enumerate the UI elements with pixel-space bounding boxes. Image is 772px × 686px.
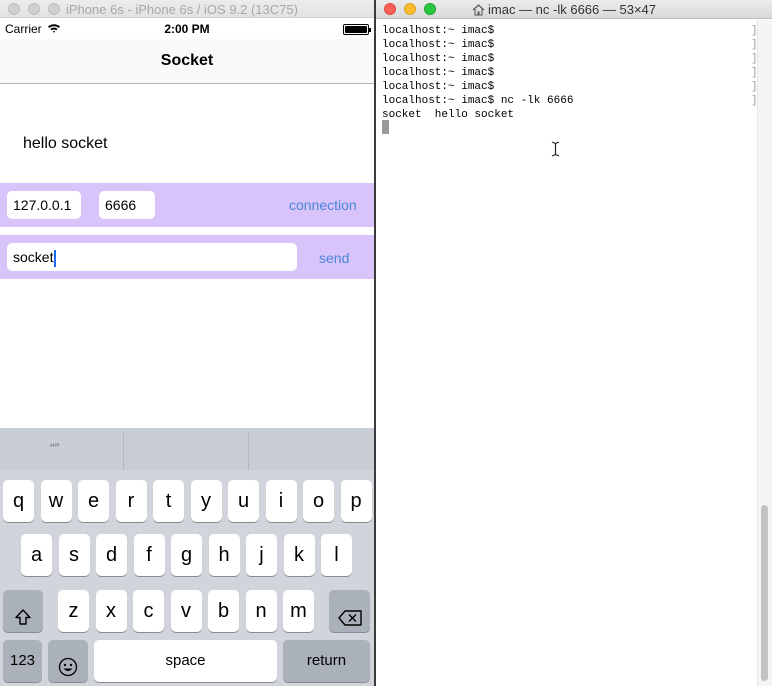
key-i[interactable]: i — [265, 480, 297, 522]
numbers-key[interactable]: 123 — [3, 640, 42, 682]
status-clock: 2:00 PM — [164, 22, 210, 36]
key-a[interactable]: a — [21, 534, 52, 576]
delete-key[interactable] — [329, 590, 370, 632]
key-y[interactable]: y — [190, 480, 222, 522]
minimize-window-button[interactable] — [28, 3, 40, 15]
key-n[interactable]: n — [245, 590, 277, 632]
terminal-cursor — [382, 120, 389, 134]
terminal-line: localhost:~ imac$ nc -lk 6666 — [382, 95, 574, 107]
ios-keyboard: “” qwertyuiop asdfghjkl zxcvbnm 123 space — [0, 428, 374, 686]
key-h[interactable]: h — [208, 534, 240, 576]
key-j[interactable]: j — [246, 534, 277, 576]
terminal-window-title: imac — nc -lk 6666 — 53×47 — [472, 2, 656, 17]
terminal-line: localhost:~ imac$ — [382, 39, 495, 51]
key-x[interactable]: x — [95, 590, 127, 632]
key-v[interactable]: v — [170, 590, 202, 632]
text-caret — [54, 249, 57, 267]
terminal-line: localhost:~ imac$ — [382, 53, 495, 65]
emoji-icon — [58, 657, 78, 676]
zoom-window-button[interactable] — [424, 3, 436, 15]
navigation-bar: Socket — [0, 39, 374, 84]
key-z[interactable]: z — [58, 590, 89, 632]
shift-arrow-icon — [15, 609, 31, 625]
key-k[interactable]: k — [283, 534, 315, 576]
terminal-window: imac — nc -lk 6666 — 53×47 localhost:~ i… — [374, 0, 772, 686]
key-q[interactable]: q — [3, 480, 34, 522]
terminal-line: localhost:~ imac$ — [382, 81, 495, 93]
key-w[interactable]: w — [40, 480, 72, 522]
message-row: socket send — [0, 235, 374, 279]
key-s[interactable]: s — [58, 534, 90, 576]
key-e[interactable]: e — [78, 480, 109, 522]
terminal-output[interactable]: localhost:~ imac$ localhost:~ imac$ localh… — [382, 24, 754, 122]
minimize-window-button[interactable] — [404, 3, 416, 15]
suggestion-bar: “” — [0, 428, 374, 470]
key-m[interactable]: m — [283, 590, 314, 632]
key-b[interactable]: b — [208, 590, 239, 632]
terminal-scroll-thumb[interactable] — [761, 505, 768, 681]
key-r[interactable]: r — [115, 480, 147, 522]
close-window-button[interactable] — [384, 3, 396, 15]
terminal-line: localhost:~ imac$ — [382, 25, 495, 37]
space-key[interactable]: space — [94, 640, 277, 682]
key-d[interactable]: d — [96, 534, 127, 576]
ibeam-cursor-icon — [551, 141, 560, 157]
terminal-title-text: imac — nc -lk 6666 — 53×47 — [488, 2, 656, 17]
key-g[interactable]: g — [171, 534, 202, 576]
key-c[interactable]: c — [133, 590, 164, 632]
connection-row: 127.0.0.1 6666 connection — [0, 183, 374, 227]
suggestion-item[interactable]: “” — [50, 440, 59, 456]
key-o[interactable]: o — [303, 480, 334, 522]
simulator-titlebar: iPhone 6s - iPhone 6s / iOS 9.2 (13C75) — [0, 0, 374, 18]
message-field[interactable]: socket — [7, 243, 297, 271]
shift-key[interactable] — [3, 590, 43, 632]
emoji-key[interactable] — [48, 640, 88, 682]
backspace-icon — [337, 609, 362, 626]
terminal-line: localhost:~ imac$ — [382, 67, 495, 79]
nav-title: Socket — [160, 52, 214, 69]
received-message-label: hello socket — [23, 135, 108, 152]
terminal-titlebar: imac — nc -lk 6666 — 53×47 — [376, 0, 772, 19]
key-t[interactable]: t — [153, 480, 184, 522]
host-field[interactable]: 127.0.0.1 — [7, 191, 81, 219]
key-p[interactable]: p — [340, 480, 372, 522]
suggestion-divider — [123, 432, 124, 470]
message-field-text: socket — [13, 249, 54, 265]
key-f[interactable]: f — [133, 534, 165, 576]
battery-icon — [343, 24, 371, 35]
home-folder-icon — [472, 4, 485, 16]
simulator-window: iPhone 6s - iPhone 6s / iOS 9.2 (13C75) … — [0, 0, 374, 686]
return-key[interactable]: return — [283, 640, 370, 682]
terminal-line: socket hello socket — [382, 109, 515, 121]
connection-button[interactable]: connection — [289, 197, 357, 213]
suggestion-divider — [248, 432, 249, 470]
key-u[interactable]: u — [228, 480, 259, 522]
send-button[interactable]: send — [319, 250, 349, 266]
port-field[interactable]: 6666 — [99, 191, 155, 219]
zoom-window-button[interactable] — [48, 3, 60, 15]
close-window-button[interactable] — [8, 3, 20, 15]
simulator-window-title: iPhone 6s - iPhone 6s / iOS 9.2 (13C75) — [66, 2, 298, 17]
key-l[interactable]: l — [321, 534, 352, 576]
ios-status-bar: Carrier 2:00 PM — [0, 19, 374, 39]
